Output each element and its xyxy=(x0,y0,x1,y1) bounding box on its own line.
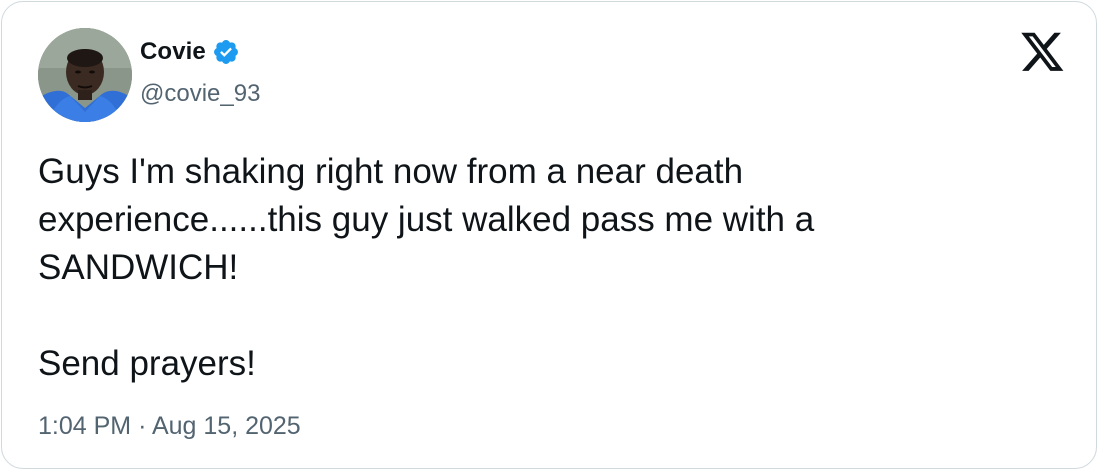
tweet-time: 1:04 PM xyxy=(38,412,132,440)
display-name[interactable]: Covie xyxy=(140,38,206,66)
tweet-timestamp[interactable]: 1:04 PM · Aug 15, 2025 xyxy=(38,412,301,441)
tweet-card: Covie @covie_93 Guys I'm shaking right n… xyxy=(1,1,1097,469)
tweet-text: Guys I'm shaking right now from a near d… xyxy=(38,152,815,383)
timestamp-separator: · xyxy=(138,412,147,440)
x-logo-icon[interactable] xyxy=(1021,31,1065,73)
profile-photo xyxy=(38,28,132,122)
user-handle[interactable]: @covie_93 xyxy=(140,80,260,108)
verified-badge-icon xyxy=(213,40,238,64)
tweet-date: Aug 15, 2025 xyxy=(151,412,301,440)
author-name-row: Covie xyxy=(140,35,240,69)
avatar[interactable] xyxy=(38,28,132,122)
